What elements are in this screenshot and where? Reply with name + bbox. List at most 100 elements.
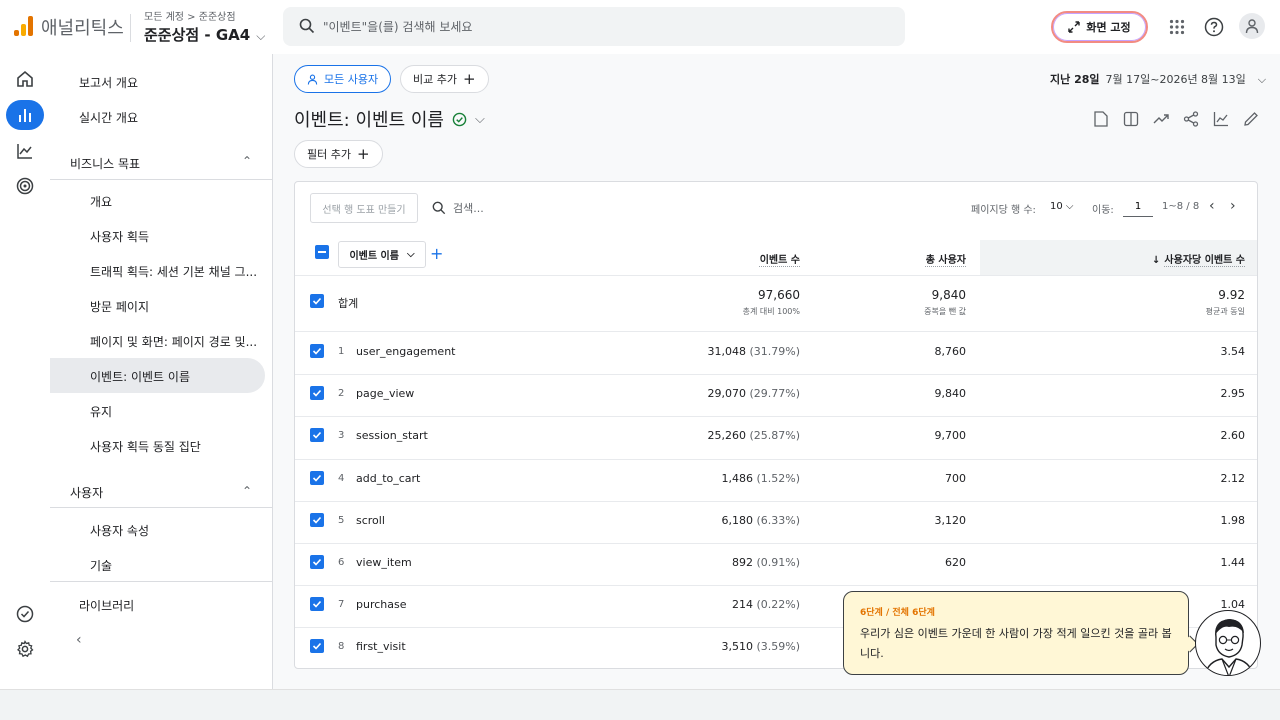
row-per-user: 2.95 — [1220, 387, 1246, 401]
account-avatar[interactable] — [1239, 13, 1265, 39]
row-event-name[interactable]: session_start — [356, 429, 428, 442]
report-nav: 보고서 개요 실시간 개요 비즈니스 목표 ⌃ 개요 사용자 획득 트래픽 획득… — [50, 54, 273, 690]
report-toolbar — [1091, 109, 1261, 129]
total-row-checkbox[interactable] — [310, 294, 324, 308]
dimension-selector[interactable]: 이벤트 이름 ⌵ — [338, 241, 426, 268]
row-event-name[interactable]: scroll — [356, 514, 385, 527]
row-checkbox[interactable] — [310, 512, 324, 527]
row-checkbox[interactable] — [310, 555, 324, 569]
settings-gear-icon[interactable] — [6, 634, 44, 664]
search-input[interactable] — [323, 16, 883, 38]
total-label: 합계 — [338, 297, 359, 310]
row-checkbox[interactable] — [310, 597, 324, 612]
nav-user-acquisition[interactable]: 사용자 획득 — [90, 228, 149, 245]
row-checkbox[interactable] — [310, 428, 324, 443]
table-search[interactable]: 검색... — [432, 200, 484, 216]
explore-icon[interactable] — [6, 136, 44, 166]
fix-screen-button[interactable]: 화면 고정 — [1051, 11, 1148, 43]
breadcrumb-property[interactable]: 준준상점 — [199, 12, 236, 23]
nav-user-attributes[interactable]: 사용자 속성 — [90, 522, 149, 539]
check-circle-icon[interactable] — [452, 112, 467, 127]
row-event-name[interactable]: add_to_cart — [356, 472, 420, 485]
table-search-placeholder: 검색... — [453, 202, 484, 215]
line-chart-icon[interactable] — [1211, 109, 1231, 129]
share-icon[interactable] — [1181, 109, 1201, 129]
divider — [295, 374, 1257, 376]
nav-tech[interactable]: 기술 — [90, 557, 112, 574]
apps-grid-icon[interactable] — [1164, 14, 1190, 40]
row-checkbox[interactable] — [310, 386, 324, 401]
row-events-pct: (3.59%) — [756, 640, 800, 654]
col-header-total-users[interactable]: 총 사용자 — [926, 251, 966, 266]
next-page-chevron-icon[interactable]: › — [1230, 198, 1236, 214]
collapse-chevron-left-icon[interactable]: ‹ — [76, 632, 82, 648]
compare-columns-icon[interactable] — [1121, 109, 1141, 129]
total-events: 97,660 — [758, 288, 800, 302]
nav-realtime-overview[interactable]: 실시간 개요 — [79, 109, 138, 126]
check-circle-icon[interactable] — [6, 599, 44, 629]
reports-icon[interactable] — [6, 100, 44, 130]
nav-report-overview[interactable]: 보고서 개요 — [79, 74, 138, 91]
col-header-events[interactable]: 이벤트 수 — [760, 251, 800, 266]
property-selector[interactable]: 준준상점 - GA4 ⌵ — [144, 24, 265, 45]
global-search[interactable] — [283, 7, 905, 46]
row-events-pct: (1.52%) — [756, 471, 800, 485]
advertising-icon[interactable] — [6, 171, 44, 201]
row-event-name[interactable]: first_visit — [356, 640, 406, 653]
edit-pencil-icon[interactable] — [1241, 109, 1261, 129]
nav-acquisition-cohort[interactable]: 사용자 획득 동질 집단 — [90, 438, 201, 455]
row-checkbox[interactable] — [310, 470, 324, 485]
add-comparison-button[interactable]: 비교 추가 + — [400, 65, 489, 93]
checkmark-icon — [312, 347, 322, 355]
add-filter-button[interactable]: 필터 추가 + — [294, 140, 383, 168]
divider — [50, 507, 273, 508]
row-index: 5 — [338, 514, 345, 526]
plot-rows-button[interactable]: 선택 행 도표 만들기 — [310, 193, 418, 223]
home-icon[interactable] — [6, 64, 44, 94]
row-event-name[interactable]: user_engagement — [356, 345, 455, 358]
rows-per-page-value: 10 — [1050, 201, 1063, 212]
rows-per-page-select[interactable]: 10 ⌵ — [1050, 201, 1074, 212]
row-users: 9,840 — [934, 387, 967, 401]
document-icon[interactable] — [1091, 109, 1111, 129]
nav-events[interactable]: 이벤트: 이벤트 이름 — [90, 368, 190, 385]
row-checkbox[interactable] — [310, 639, 324, 654]
row-checkbox[interactable] — [310, 344, 324, 358]
nav-section-users[interactable]: 사용자 — [70, 484, 103, 501]
prev-page-chevron-icon[interactable]: ‹ — [1209, 198, 1215, 214]
date-range-picker[interactable]: 지난 28일 7월 17일~2026년 8월 13일 ⌵ — [1050, 71, 1266, 87]
nav-traffic-acquisition[interactable]: 트래픽 획득: 세션 기본 채널 그... — [90, 263, 257, 280]
add-dimension-plus-icon[interactable]: + — [430, 244, 443, 263]
goto-page-input[interactable] — [1123, 197, 1153, 217]
nav-goal-overview[interactable]: 개요 — [90, 193, 112, 210]
breadcrumb[interactable]: 모든 계정 > 준준상점 — [144, 8, 236, 23]
chevron-down-icon[interactable]: ⌵ — [475, 112, 485, 127]
row-per-user: 1.44 — [1220, 556, 1246, 569]
nav-pages-and-screens[interactable]: 페이지 및 화면: 페이지 경로 및... — [90, 333, 257, 350]
chevron-up-icon[interactable]: ⌃ — [242, 484, 252, 498]
help-icon[interactable] — [1201, 14, 1227, 40]
row-events: 29,070 (29.77%) — [707, 387, 800, 400]
row-event-name[interactable]: view_item — [356, 556, 412, 569]
nav-landing-page[interactable]: 방문 페이지 — [90, 298, 149, 315]
row-event-name[interactable]: page_view — [356, 387, 414, 400]
row-event-name[interactable]: purchase — [356, 598, 407, 611]
nav-section-business-goals[interactable]: 비즈니스 목표 — [70, 155, 140, 172]
row-users: 8,760 — [934, 345, 967, 358]
chevron-up-icon[interactable]: ⌃ — [242, 154, 252, 168]
checkmark-icon — [312, 474, 322, 482]
col-header-events-per-user[interactable]: ↓ 사용자당 이벤트 수 — [1152, 251, 1245, 266]
breadcrumb-separator: > — [187, 12, 196, 23]
row-events-pct: (25.87%) — [749, 429, 800, 443]
nav-library[interactable]: 라이브러리 — [79, 597, 134, 614]
row-index: 6 — [338, 557, 345, 568]
insights-trend-icon[interactable] — [1151, 109, 1171, 129]
select-all-checkbox[interactable] — [315, 245, 329, 259]
row-events: 6,180 (6.33%) — [721, 514, 800, 527]
row-per-user: 1.98 — [1220, 513, 1246, 527]
nav-retention[interactable]: 유지 — [90, 403, 112, 420]
breadcrumb-account[interactable]: 모든 계정 — [144, 12, 184, 23]
all-users-chip[interactable]: 모든 사용자 — [294, 65, 392, 93]
expand-icon — [1068, 21, 1081, 33]
chevron-down-icon: ⌵ — [1257, 73, 1267, 86]
